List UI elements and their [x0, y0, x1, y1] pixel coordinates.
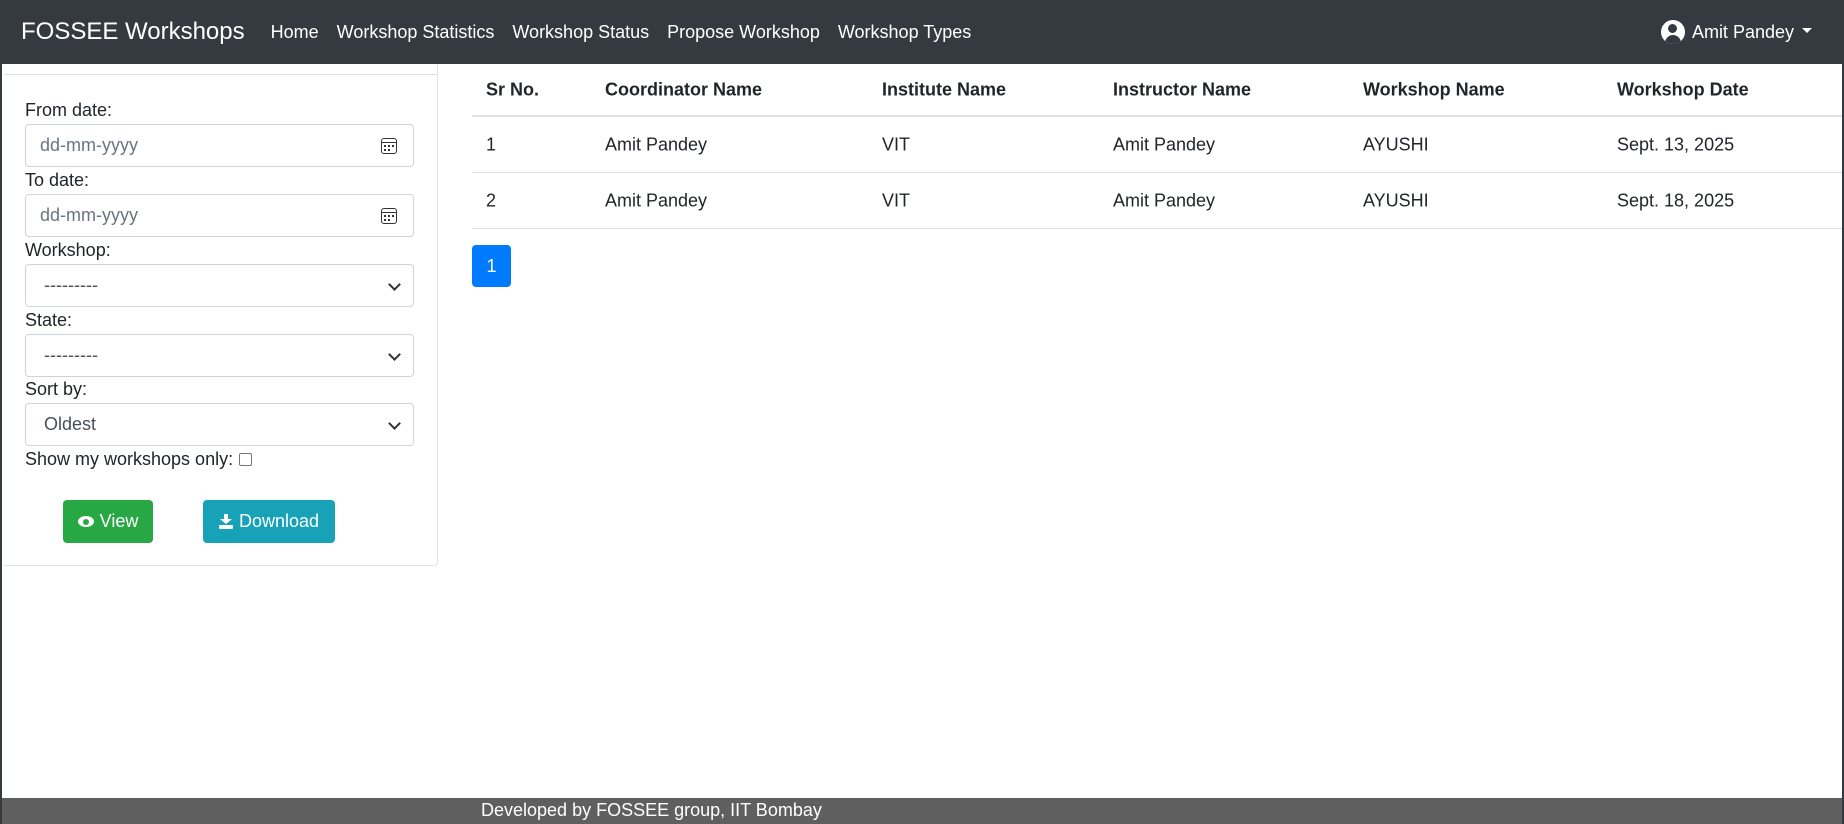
cell-institute-name: VIT	[882, 190, 911, 210]
cell-sr-no: 1	[486, 134, 497, 154]
nav-propose-workshop[interactable]: Propose Workshop	[667, 22, 820, 43]
cell-workshop-name: AYUSHI	[1363, 190, 1429, 210]
table-row: 2 Amit Pandey VIT Amit Pandey AYUSHI Sep…	[472, 173, 1842, 229]
to-date-placeholder: dd-mm-yyyy	[40, 205, 138, 225]
nav-workshop-statistics[interactable]: Workshop Statistics	[337, 22, 495, 43]
top-navbar: FOSSEE Workshops Home Workshop Statistic…	[2, 0, 1842, 64]
chevron-down-icon	[388, 278, 401, 291]
nav-workshop-types[interactable]: Workshop Types	[838, 22, 971, 43]
workshop-select-value: ---------	[44, 275, 98, 295]
cell-workshop-date: Sept. 18, 2025	[1617, 190, 1735, 210]
cell-instructor-name: Amit Pandey	[1113, 134, 1216, 154]
header-coordinator-name: Coordinator Name	[605, 79, 763, 99]
state-select[interactable]: ---------	[25, 334, 414, 377]
user-menu-dropdown[interactable]: Amit Pandey	[1660, 0, 1812, 64]
cell-instructor-name: Amit Pandey	[1113, 190, 1216, 210]
to-date-input[interactable]: dd-mm-yyyy	[25, 194, 414, 237]
download-icon	[218, 514, 233, 529]
sort-by-label: Sort by:	[25, 379, 88, 399]
sort-by-select[interactable]: Oldest	[25, 403, 414, 446]
header-instructor-name: Instructor Name	[1113, 79, 1252, 99]
header-workshop-name: Workshop Name	[1363, 79, 1505, 99]
from-date-label: From date:	[25, 100, 113, 120]
header-workshop-date: Workshop Date	[1617, 79, 1749, 99]
cell-workshop-name: AYUSHI	[1363, 134, 1429, 154]
show-my-workshops-label: Show my workshops only:	[25, 449, 234, 469]
cell-sr-no: 2	[486, 190, 497, 210]
table-row: 1 Amit Pandey VIT Amit Pandey AYUSHI Sep…	[472, 117, 1842, 173]
from-date-input[interactable]: dd-mm-yyyy	[25, 124, 414, 167]
workshop-label: Workshop:	[25, 240, 111, 260]
nav-home[interactable]: Home	[271, 22, 319, 43]
to-date-label: To date:	[25, 170, 90, 190]
pagination-page-1[interactable]: 1	[472, 245, 511, 287]
chevron-down-icon	[388, 348, 401, 361]
chevron-down-icon	[388, 417, 401, 430]
sort-by-select-value: Oldest	[44, 414, 97, 434]
cell-institute-name: VIT	[882, 134, 911, 154]
calendar-icon[interactable]	[381, 208, 397, 224]
nav-workshop-status[interactable]: Workshop Status	[512, 22, 649, 43]
user-circle-icon	[1660, 20, 1685, 44]
cell-coordinator-name: Amit Pandey	[605, 134, 708, 154]
download-button[interactable]: Download	[203, 500, 335, 543]
state-label: State:	[25, 310, 73, 330]
cell-coordinator-name: Amit Pandey	[605, 190, 708, 210]
workshops-table: Sr No. Coordinator Name Institute Name I…	[472, 64, 1842, 229]
workshop-select[interactable]: ---------	[25, 264, 414, 307]
header-sr-no: Sr No.	[486, 79, 540, 99]
calendar-icon[interactable]	[381, 138, 397, 154]
view-button[interactable]: View	[63, 500, 153, 543]
view-button-label: View	[99, 511, 139, 531]
brand-link[interactable]: FOSSEE Workshops	[21, 18, 245, 46]
table-header-row: Sr No. Coordinator Name Institute Name I…	[472, 64, 1842, 117]
show-my-workshops-checkbox[interactable]	[239, 453, 252, 466]
state-select-value: ---------	[44, 345, 98, 365]
page-footer: Developed by FOSSEE group, IIT Bombay	[2, 798, 1842, 824]
header-institute-name: Institute Name	[882, 79, 1007, 99]
footer-text: Developed by FOSSEE group, IIT Bombay	[481, 800, 822, 820]
cell-workshop-date: Sept. 13, 2025	[1617, 134, 1735, 154]
eye-icon	[77, 516, 94, 527]
caret-down-icon	[1802, 28, 1812, 33]
divider	[4, 74, 437, 75]
from-date-placeholder: dd-mm-yyyy	[40, 135, 138, 155]
user-name: Amit Pandey	[1691, 21, 1794, 42]
download-button-label: Download	[238, 511, 320, 531]
